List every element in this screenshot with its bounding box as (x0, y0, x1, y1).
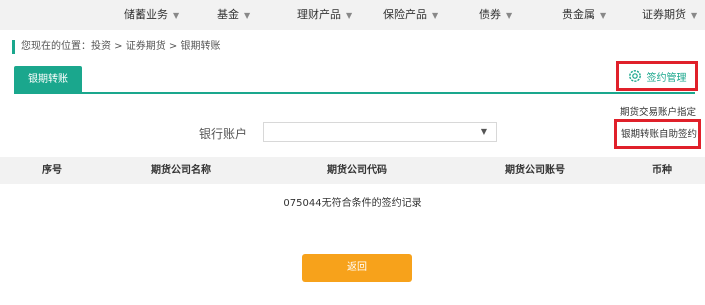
sign-management-label: 签约管理 (646, 72, 687, 84)
column-header-currency: 币种 (652, 165, 672, 176)
nav-item-label: 保险产品 (383, 8, 427, 21)
chevron-down-icon: ▼ (173, 11, 180, 20)
empty-table-message: 075044无符合条件的签约记录 (283, 198, 422, 209)
chevron-down-icon: ▼ (346, 11, 353, 20)
column-header-company-code: 期货公司代码 (327, 165, 387, 176)
top-navigation: 储蓄业务 ▼ 基金 ▼ 理财产品 ▼ 保险产品 ▼ 债券 ▼ 贵金属 ▼ 证券期货 ▼ (0, 0, 705, 30)
menu-item-account-designation[interactable]: 期货交易账户指定 (620, 104, 696, 118)
back-button[interactable]: 返回 (302, 254, 412, 282)
nav-item-precious-metals[interactable]: 贵金属 ▼ (562, 0, 606, 30)
breadcrumb: 您现在的位置：投资 > 证券期货 > 银期转账 (12, 40, 220, 54)
chevron-down-icon: ▼ (244, 11, 251, 20)
chevron-down-icon: ▼ (600, 11, 607, 20)
nav-item-securities-futures[interactable]: 证券期货 ▼ (642, 0, 697, 30)
nav-item-label: 证券期货 (642, 8, 686, 21)
column-header-company-name: 期货公司名称 (151, 165, 211, 176)
nav-item-wealth[interactable]: 理财产品 ▼ (297, 0, 352, 30)
nav-item-fund[interactable]: 基金 ▼ (217, 0, 250, 30)
nav-item-label: 理财产品 (297, 8, 341, 21)
nav-item-label: 债券 (479, 8, 501, 21)
chevron-down-icon: ▼ (432, 11, 439, 20)
nav-item-savings[interactable]: 储蓄业务 ▼ (124, 0, 179, 30)
column-header-company-account: 期货公司账号 (505, 165, 565, 176)
chevron-down-icon: ▼ (691, 11, 698, 20)
chevron-down-icon: ▼ (480, 127, 487, 136)
nav-item-label: 基金 (217, 8, 239, 21)
bank-account-select[interactable]: ▼ (263, 122, 497, 142)
menu-item-self-service-signing[interactable]: 银期转账自助签约 (614, 119, 701, 149)
tab-bank-futures-transfer[interactable]: 银期转账 (14, 66, 82, 93)
chevron-down-icon: ▼ (506, 11, 513, 20)
nav-item-label: 贵金属 (562, 8, 595, 21)
nav-item-bonds[interactable]: 债券 ▼ (479, 0, 512, 30)
nav-item-label: 储蓄业务 (124, 8, 168, 21)
tab-divider (14, 92, 695, 94)
column-header-index: 序号 (42, 165, 62, 176)
nav-item-insurance[interactable]: 保险产品 ▼ (383, 0, 438, 30)
table-header: 序号 期货公司名称 期货公司代码 期货公司账号 币种 (0, 157, 705, 184)
gear-icon (628, 70, 641, 82)
bank-account-label: 银行账户 (199, 127, 248, 141)
sign-management-button[interactable]: 签约管理 (616, 61, 698, 91)
